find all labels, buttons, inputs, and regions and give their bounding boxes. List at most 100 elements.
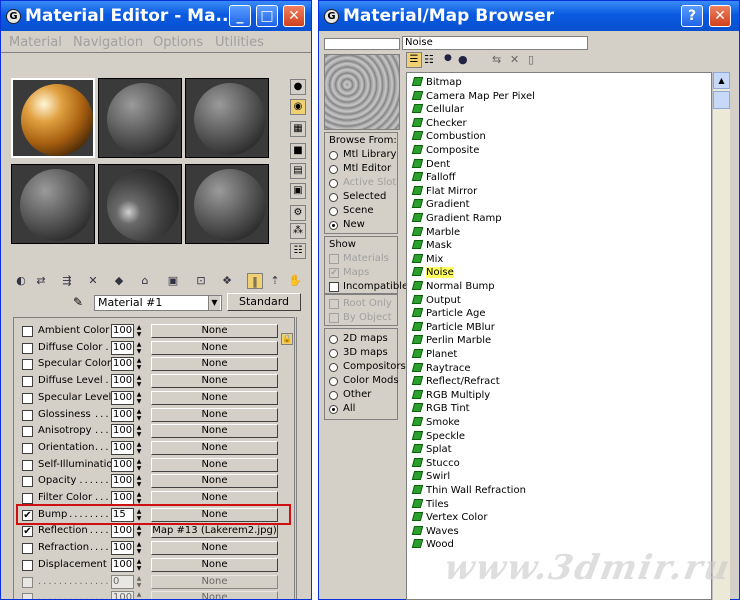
map-list-item[interactable]: Gradient Ramp [411, 212, 502, 225]
chevron-down-icon[interactable]: ▼ [208, 296, 220, 310]
map-list-item[interactable]: Checker [411, 117, 467, 130]
amount-spinner[interactable]: ▲▼ [135, 458, 143, 472]
map-amount-field[interactable]: 0 [111, 574, 134, 589]
map-slot-button[interactable]: None [151, 440, 278, 455]
map-list-item[interactable]: Composite [411, 144, 479, 157]
map-enable-checkbox[interactable] [22, 442, 33, 454]
browse-from-option[interactable]: Mtl Library [343, 149, 396, 160]
browse-from-option[interactable]: Mtl Editor [343, 163, 391, 174]
amount-spinner[interactable]: ▲▼ [135, 374, 143, 388]
maximize-button[interactable]: □ [256, 5, 278, 27]
browser-search-field[interactable] [324, 38, 400, 50]
map-list-item[interactable]: Swirl [411, 470, 450, 483]
amount-spinner[interactable]: ▲▼ [135, 441, 143, 455]
map-list-item[interactable]: Particle MBlur [411, 321, 495, 334]
amount-spinner[interactable]: ▲▼ [135, 341, 143, 355]
browse-from-option[interactable]: New [343, 219, 365, 230]
map-list-item[interactable]: Normal Bump [411, 280, 495, 293]
map-amount-field[interactable]: 100 [111, 440, 134, 455]
go-to-parent-icon[interactable]: ‖ [247, 273, 263, 289]
map-amount-field[interactable]: 100 [111, 474, 134, 489]
options-icon[interactable]: ⚙ [290, 205, 306, 221]
map-list-item[interactable]: Vertex Color [411, 511, 487, 524]
map-amount-field[interactable]: 100 [111, 491, 134, 505]
map-amount-field[interactable]: 100 [111, 407, 134, 422]
map-list-item[interactable]: Smoke [411, 416, 460, 429]
map-enable-checkbox[interactable] [22, 593, 33, 599]
map-list-item[interactable]: Marble [411, 226, 460, 239]
map-amount-field[interactable]: 100 [111, 374, 134, 389]
map-list-item[interactable]: Noise [411, 266, 454, 279]
close-button[interactable]: ✕ [283, 5, 305, 27]
map-list-item[interactable]: Camera Map Per Pixel [411, 90, 535, 103]
category-option[interactable]: Other [343, 389, 371, 400]
map-list-item[interactable]: Stucco [411, 457, 460, 470]
sample-slot-6[interactable] [185, 164, 269, 244]
map-list-item[interactable]: Output [411, 294, 461, 307]
map-slot-button[interactable]: None [151, 407, 278, 422]
map-enable-checkbox[interactable] [22, 342, 33, 354]
scroll-up-arrow[interactable]: ▲ [713, 72, 730, 89]
map-amount-field[interactable]: 100 [111, 457, 134, 472]
map-list-item[interactable]: Perlin Marble [411, 334, 491, 347]
delete-from-library-icon[interactable]: ✕ [510, 53, 519, 66]
root-only-checkbox[interactable] [329, 299, 339, 309]
view-list-icon[interactable]: ☰ [406, 52, 422, 68]
video-color-check-icon[interactable]: ▤ [290, 163, 306, 179]
show-map-in-viewport-icon[interactable]: ⊡ [193, 273, 209, 289]
menu-material[interactable]: Material [9, 35, 62, 50]
browse-from-option[interactable]: Selected [343, 191, 386, 202]
map-list-item[interactable]: Combustion [411, 130, 486, 143]
map-amount-field[interactable]: 100 [111, 390, 134, 405]
put-to-library-icon[interactable]: ⌂ [137, 273, 153, 289]
map-enable-checkbox[interactable] [22, 359, 33, 371]
map-enable-checkbox[interactable] [22, 392, 33, 404]
browse-from-radio[interactable] [329, 165, 338, 174]
map-slot-button[interactable]: None [151, 340, 278, 355]
view-small-icons-icon[interactable]: ● [444, 53, 452, 63]
map-list-item[interactable]: Dent [411, 158, 450, 171]
sample-uv-tiling-icon[interactable]: ■ [290, 143, 306, 159]
map-slot-button[interactable]: None [151, 474, 278, 489]
material-editor-titlebar[interactable]: G Material Editor - Ma... _ □ ✕ [1, 1, 311, 31]
material-navigator-icon[interactable]: ☷ [290, 243, 306, 259]
update-scene-materials-icon[interactable]: ⇆ [492, 53, 501, 66]
map-enable-checkbox[interactable]: ✔ [22, 526, 33, 538]
map-list-item[interactable]: Reflect/Refract [411, 375, 500, 388]
map-list-item[interactable]: Tiles [411, 498, 449, 511]
map-amount-field[interactable]: 100 [111, 524, 134, 539]
map-enable-checkbox[interactable] [22, 409, 33, 421]
map-list-scrollbar[interactable]: ▲ [712, 72, 730, 600]
select-by-material-icon[interactable]: ⁂ [290, 223, 306, 239]
map-slot-button[interactable]: None [151, 574, 278, 589]
eyedropper-icon[interactable]: ✎ [73, 295, 83, 309]
category-radio[interactable] [329, 349, 338, 358]
map-enable-checkbox[interactable] [22, 426, 33, 438]
sample-slot-1[interactable] [11, 78, 95, 158]
map-list-item[interactable]: Particle Age [411, 307, 485, 320]
category-radio[interactable] [329, 391, 338, 400]
map-slot-button[interactable]: None [151, 557, 278, 572]
amount-spinner[interactable]: ▲▼ [135, 558, 143, 572]
minimize-button[interactable]: _ [229, 5, 251, 27]
map-enable-checkbox[interactable] [22, 493, 33, 504]
amount-spinner[interactable]: ▲▼ [135, 391, 143, 405]
category-option[interactable]: Color Mods [343, 375, 399, 386]
amount-spinner[interactable]: ▲▼ [135, 357, 143, 371]
map-list-item[interactable]: Waves [411, 525, 459, 538]
amount-spinner[interactable]: ▲▼ [135, 474, 143, 488]
material-name-field[interactable]: Material #1 ▼ [94, 295, 222, 311]
map-enable-checkbox[interactable] [22, 459, 33, 471]
browse-from-radio[interactable] [329, 207, 338, 216]
show-checkbox[interactable] [329, 254, 339, 264]
clear-library-icon[interactable]: ▯ [528, 53, 534, 66]
backlight-icon[interactable]: ◉ [290, 99, 306, 115]
amount-spinner[interactable]: ▲▼ [135, 408, 143, 422]
go-forward-to-sibling-icon[interactable]: ⇡ [267, 273, 283, 289]
map-list-item[interactable]: Mix [411, 253, 443, 266]
map-amount-field[interactable]: 100 [111, 424, 134, 439]
browse-from-radio[interactable] [329, 193, 338, 202]
map-slot-button[interactable]: None [151, 457, 278, 472]
sample-slot-3[interactable] [185, 78, 269, 158]
sample-slot-5[interactable] [98, 164, 182, 244]
